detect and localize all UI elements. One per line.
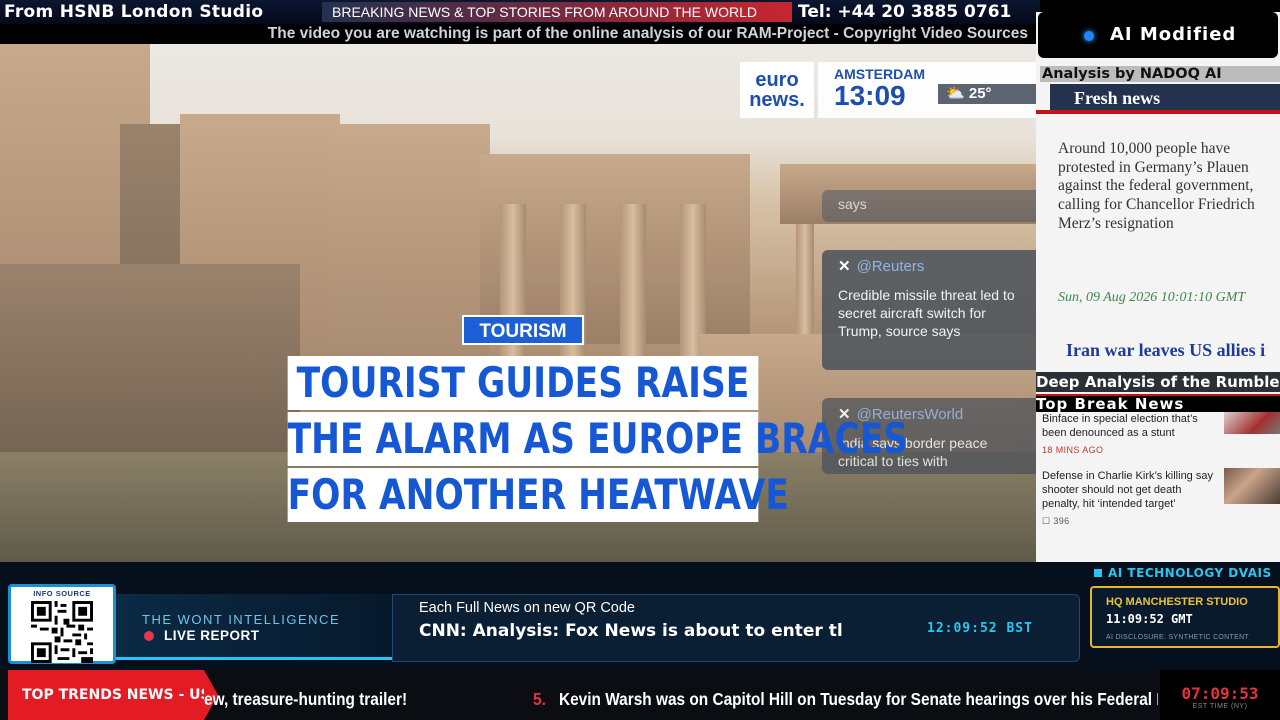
breaking-news-banner: BREAKING NEWS & TOP STORIES FROM AROUND … xyxy=(322,2,792,22)
ticker-number: 5. xyxy=(532,689,546,709)
ruin-column xyxy=(500,204,526,374)
status-dot-icon xyxy=(1084,31,1094,41)
x-icon: ✕ xyxy=(838,258,851,275)
city-clock: AMSTERDAM 13:09 ⛅ 25° xyxy=(818,62,1036,118)
ticker-item: Kevin Warsh was on Capitol Hill on Tuesd… xyxy=(559,689,1158,709)
bst-clock: 12:09:52 BST xyxy=(927,621,1033,636)
ai-disclosure: AI DISCLOSURE: SYNTHETIC CONTENT xyxy=(1106,634,1250,641)
fresh-story-text[interactable]: Around 10,000 people have protested in G… xyxy=(1058,140,1258,234)
tweet-text: Credible missile threat led to secret ai… xyxy=(838,287,1015,339)
analysis-label: Analysis by NADOQ AI xyxy=(1040,66,1280,82)
next-story-title[interactable]: Iran war leaves US allies in Asia xyxy=(1066,342,1266,370)
news-box-heading: Each Full News on new QR Code xyxy=(419,600,635,616)
studio-label: From HSNB London Studio xyxy=(4,2,264,22)
ruin-column xyxy=(560,204,586,374)
news-ticker[interactable]: ew, treasure-hunting trailer! 5. Kevin War… xyxy=(204,670,1158,720)
est-clock: 07:09:53 EST TIME (NY) xyxy=(1160,670,1280,720)
tweet-faded: says xyxy=(822,190,1036,222)
top-banner: From HSNB London Studio BREAKING NEWS & … xyxy=(0,0,1040,24)
ai-technology-label: AI TECHNOLOGY DVAIS xyxy=(1090,564,1280,582)
ruin-lower-wall xyxy=(0,264,300,484)
hq-studio-box: HQ MANCHESTER STUDIO 11:09:52 GMT AI DIS… xyxy=(1090,586,1280,648)
news-thumbnail[interactable] xyxy=(1224,412,1280,434)
fresh-story-date: Sun, 09 Aug 2026 10:01:10 GMT xyxy=(1058,290,1246,305)
top-break-news-label: Top Break News xyxy=(1036,396,1280,412)
ruin-column xyxy=(796,224,814,334)
category-tag: TOURISM xyxy=(462,315,584,345)
list-item[interactable]: Binface in special election that’s been … xyxy=(1042,412,1222,457)
ai-modified-badge: AI Modified xyxy=(1038,12,1278,58)
deep-analysis-label: Deep Analysis of the Rumble xyxy=(1036,372,1280,392)
video-frame[interactable]: euro news. AMSTERDAM 13:09 ⛅ 25° says ✕ @… xyxy=(0,44,1036,562)
cloud-sun-icon: ⛅ xyxy=(946,85,965,102)
hq-studio-time: 11:09:52 GMT xyxy=(1106,612,1193,626)
info-source-label: INFO SOURCE xyxy=(33,589,91,598)
qr-code-icon[interactable] xyxy=(23,601,101,663)
headline-line: THE ALARM AS EUROPE BRACES xyxy=(287,412,908,466)
news-thumbnail[interactable] xyxy=(1224,468,1280,504)
est-clock-zone: EST TIME (NY) xyxy=(1192,703,1248,710)
live-report-label: LIVE REPORT xyxy=(164,628,260,643)
headline-line: TOURIST GUIDES RAISE xyxy=(287,356,759,410)
top-trends-label: TOP TRENDS NEWS - US xyxy=(8,670,218,720)
copyright-subtitle: The video you are watching is part of th… xyxy=(0,24,1040,44)
euronews-logo: euro news. xyxy=(740,62,814,118)
ticker-item: ew, treasure-hunting trailer! xyxy=(204,689,408,709)
right-news-panel: AI Modified Analysis by NADOQ AI Fresh n… xyxy=(1036,12,1280,568)
qr-news-box: Each Full News on new QR Code CNN: Analy… xyxy=(392,594,1080,662)
tweet-card: ✕ @Reuters Credible missile threat led to… xyxy=(822,250,1036,370)
city-time: 13:09 xyxy=(834,80,906,111)
hq-studio-name: HQ MANCHESTER STUDIO xyxy=(1106,596,1248,608)
divider xyxy=(1036,110,1280,114)
est-clock-time: 07:09:53 xyxy=(1181,684,1259,703)
phone-number: Tel: +44 20 3885 0761 xyxy=(798,2,1012,22)
square-icon xyxy=(1094,569,1102,577)
info-source-box[interactable]: INFO SOURCE xyxy=(8,584,116,664)
tweet-handle: @Reuters xyxy=(856,258,925,275)
temperature-badge: ⛅ 25° xyxy=(938,84,1036,104)
ruin-column xyxy=(620,204,646,374)
fresh-news-header: Fresh news xyxy=(1050,84,1280,112)
comment-icon: ☐ xyxy=(1042,516,1051,526)
live-report-panel: THE WONT INTELLIGENCE LIVE REPORT xyxy=(116,594,392,660)
live-dot-icon xyxy=(144,631,154,641)
intel-title: THE WONT INTELLIGENCE xyxy=(142,612,341,627)
list-item[interactable]: Defense in Charlie Kirk’s killing say sh… xyxy=(1042,469,1222,528)
headline-line: FOR ANOTHER HEATWAVE xyxy=(287,468,789,522)
news-box-headline[interactable]: CNN: Analysis: Fox News is about to ente… xyxy=(419,621,893,641)
